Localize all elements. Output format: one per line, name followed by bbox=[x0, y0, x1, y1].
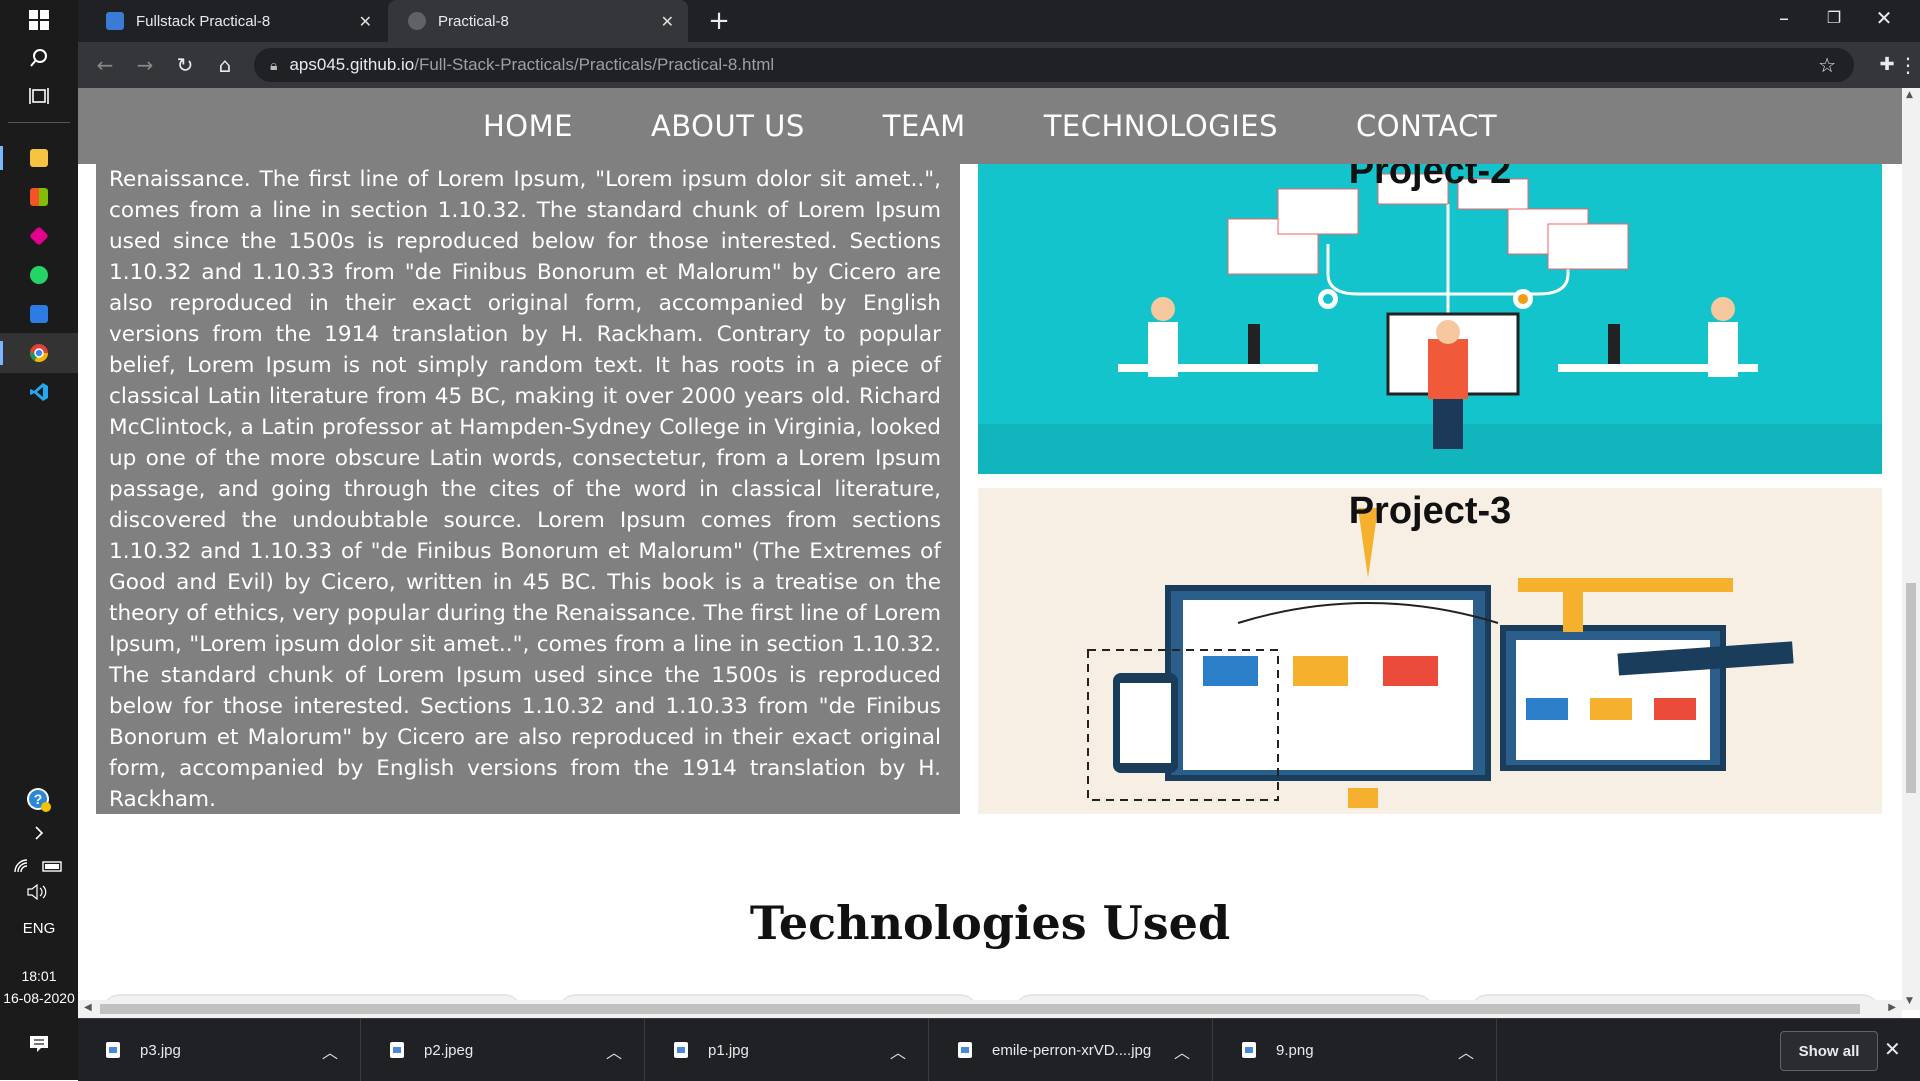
chevron-up-icon[interactable]: ︿ bbox=[322, 1039, 338, 1063]
download-item[interactable]: p1.jpg ︿ bbox=[646, 1019, 929, 1081]
clock-date[interactable]: 16-08-2020 bbox=[0, 990, 78, 1006]
project-2-title: Project-2 bbox=[1348, 164, 1512, 192]
reload-icon[interactable]: ↻ bbox=[170, 50, 200, 80]
tab-title: Fullstack Practical-8 bbox=[136, 12, 271, 30]
bookmark-star-icon[interactable]: ☆ bbox=[1818, 53, 1836, 78]
horizontal-scrollbar[interactable]: ◀ ▶ bbox=[78, 1000, 1902, 1018]
download-filename: 9.png bbox=[1276, 1041, 1314, 1059]
nav-home[interactable]: HOME bbox=[483, 109, 573, 143]
image-file-icon bbox=[390, 1042, 404, 1058]
download-filename: p3.jpg bbox=[140, 1041, 181, 1059]
download-item[interactable]: p3.jpg ︿ bbox=[78, 1019, 361, 1081]
downloads-bar: p3.jpg ︿ p2.jpeg ︿ p1.jpg ︿ emile-perron… bbox=[78, 1018, 1920, 1081]
download-item[interactable]: p2.jpeg ︿ bbox=[362, 1019, 645, 1081]
image-file-icon bbox=[1242, 1042, 1256, 1058]
office-icon[interactable] bbox=[0, 216, 78, 256]
about-paragraph: Renaissance. The first line of Lorem Ips… bbox=[109, 167, 941, 812]
chrome-icon[interactable] bbox=[0, 333, 78, 373]
web-design-illustration bbox=[1087, 508, 1794, 808]
notification-icon[interactable] bbox=[0, 1024, 78, 1064]
home-icon[interactable]: ⌂ bbox=[210, 50, 240, 80]
chevron-up-icon[interactable]: ︿ bbox=[606, 1039, 622, 1063]
tab-practical-8[interactable]: Practical-8 ✕ bbox=[388, 0, 688, 42]
scroll-down-icon[interactable]: ▼ bbox=[1906, 996, 1913, 1006]
nav-technologies[interactable]: TECHNOLOGIES bbox=[1044, 109, 1278, 143]
restore-icon[interactable]: ❐ bbox=[1814, 8, 1854, 27]
chevron-up-icon[interactable]: ︿ bbox=[890, 1039, 906, 1063]
volume-icon[interactable] bbox=[0, 872, 78, 912]
download-item[interactable]: emile-perron-xrVD....jpg ︿ bbox=[930, 1019, 1213, 1081]
technologies-heading: Technologies Used bbox=[749, 896, 1231, 950]
tab-favicon-icon bbox=[106, 12, 124, 30]
image-file-icon bbox=[106, 1042, 120, 1058]
browser-window: Fullstack Practical-8 ✕ Practical-8 ✕ + … bbox=[78, 0, 1920, 1081]
url-path: /Full-Stack-Practicals/Practicals/Practi… bbox=[414, 55, 775, 74]
windows-start-icon[interactable] bbox=[0, 0, 78, 40]
camera-icon[interactable] bbox=[0, 294, 78, 334]
store-icon[interactable] bbox=[0, 177, 78, 217]
task-view-icon[interactable] bbox=[0, 76, 78, 116]
project-2-card[interactable]: Project-2 bbox=[978, 164, 1882, 474]
project-3-title: Project-3 bbox=[1348, 490, 1512, 532]
team-working-illustration bbox=[978, 173, 1882, 474]
scroll-left-icon[interactable]: ◀ bbox=[84, 1002, 92, 1013]
svg-text:?: ? bbox=[34, 791, 43, 807]
minimize-icon[interactable]: – bbox=[1764, 6, 1804, 30]
chevron-up-icon[interactable]: ︿ bbox=[1458, 1039, 1474, 1063]
scroll-right-icon[interactable]: ▶ bbox=[1888, 1002, 1896, 1013]
horizontal-scroll-thumb[interactable] bbox=[100, 1004, 1860, 1014]
tab-fullstack-practical[interactable]: Fullstack Practical-8 ✕ bbox=[86, 0, 386, 42]
close-tab-icon[interactable]: ✕ bbox=[359, 12, 372, 32]
back-icon[interactable]: ← bbox=[90, 50, 120, 80]
globe-icon bbox=[408, 12, 426, 30]
vertical-scrollbar[interactable]: ▲ ▼ bbox=[1902, 88, 1920, 1010]
download-filename: emile-perron-xrVD....jpg bbox=[992, 1041, 1152, 1059]
scroll-up-icon[interactable]: ▲ bbox=[1906, 90, 1913, 100]
about-text-panel: Renaissance. The first line of Lorem Ips… bbox=[96, 164, 960, 814]
image-file-icon bbox=[674, 1042, 688, 1058]
forward-icon[interactable]: → bbox=[130, 50, 160, 80]
project-3-card[interactable]: Project-3 bbox=[978, 488, 1882, 814]
close-tab-icon[interactable]: ✕ bbox=[661, 12, 674, 32]
page-viewport: HOME ABOUT US TEAM TECHNOLOGIES CONTACT … bbox=[78, 88, 1902, 1010]
image-file-icon bbox=[958, 1042, 972, 1058]
taskbar-divider bbox=[8, 122, 70, 123]
more-menu-icon[interactable]: ⋮ bbox=[1898, 50, 1918, 80]
language-indicator[interactable]: ENG bbox=[0, 920, 78, 937]
lock-icon[interactable]: 🔒︎ bbox=[270, 57, 277, 74]
clock-time[interactable]: 18:01 bbox=[0, 968, 78, 984]
file-explorer-icon[interactable] bbox=[0, 138, 78, 178]
tab-bar: Fullstack Practical-8 ✕ Practical-8 ✕ + … bbox=[78, 0, 1920, 42]
nav-team[interactable]: TEAM bbox=[883, 109, 966, 143]
download-item[interactable]: 9.png ︿ bbox=[1214, 1019, 1497, 1081]
url-host: aps045.github.io bbox=[289, 55, 415, 74]
nav-contact[interactable]: CONTACT bbox=[1356, 109, 1497, 143]
new-tab-icon[interactable]: + bbox=[704, 6, 734, 36]
nav-about-us[interactable]: ABOUT US bbox=[651, 109, 805, 143]
address-bar[interactable]: 🔒︎ aps045.github.io/Full-Stack-Practical… bbox=[254, 48, 1854, 82]
search-icon[interactable] bbox=[0, 38, 78, 78]
windows-taskbar: ? ENG 18:01 16-08-2020 bbox=[0, 0, 78, 1080]
tab-title: Practical-8 bbox=[438, 12, 509, 30]
close-window-icon[interactable]: ✕ bbox=[1864, 6, 1904, 30]
chevron-up-icon[interactable]: ︿ bbox=[1174, 1039, 1190, 1063]
download-filename: p2.jpeg bbox=[424, 1041, 474, 1059]
show-all-button[interactable]: Show all bbox=[1780, 1031, 1878, 1071]
site-navbar: HOME ABOUT US TEAM TECHNOLOGIES CONTACT bbox=[78, 88, 1902, 164]
browser-toolbar: ← → ↻ ⌂ 🔒︎ aps045.github.io/Full-Stack-P… bbox=[78, 42, 1920, 88]
close-downloads-icon[interactable]: ✕ bbox=[1884, 1037, 1901, 1061]
vscode-icon[interactable] bbox=[0, 372, 78, 412]
vertical-scroll-thumb[interactable] bbox=[1906, 583, 1916, 793]
whatsapp-icon[interactable] bbox=[0, 255, 78, 295]
download-filename: p1.jpg bbox=[708, 1041, 749, 1059]
